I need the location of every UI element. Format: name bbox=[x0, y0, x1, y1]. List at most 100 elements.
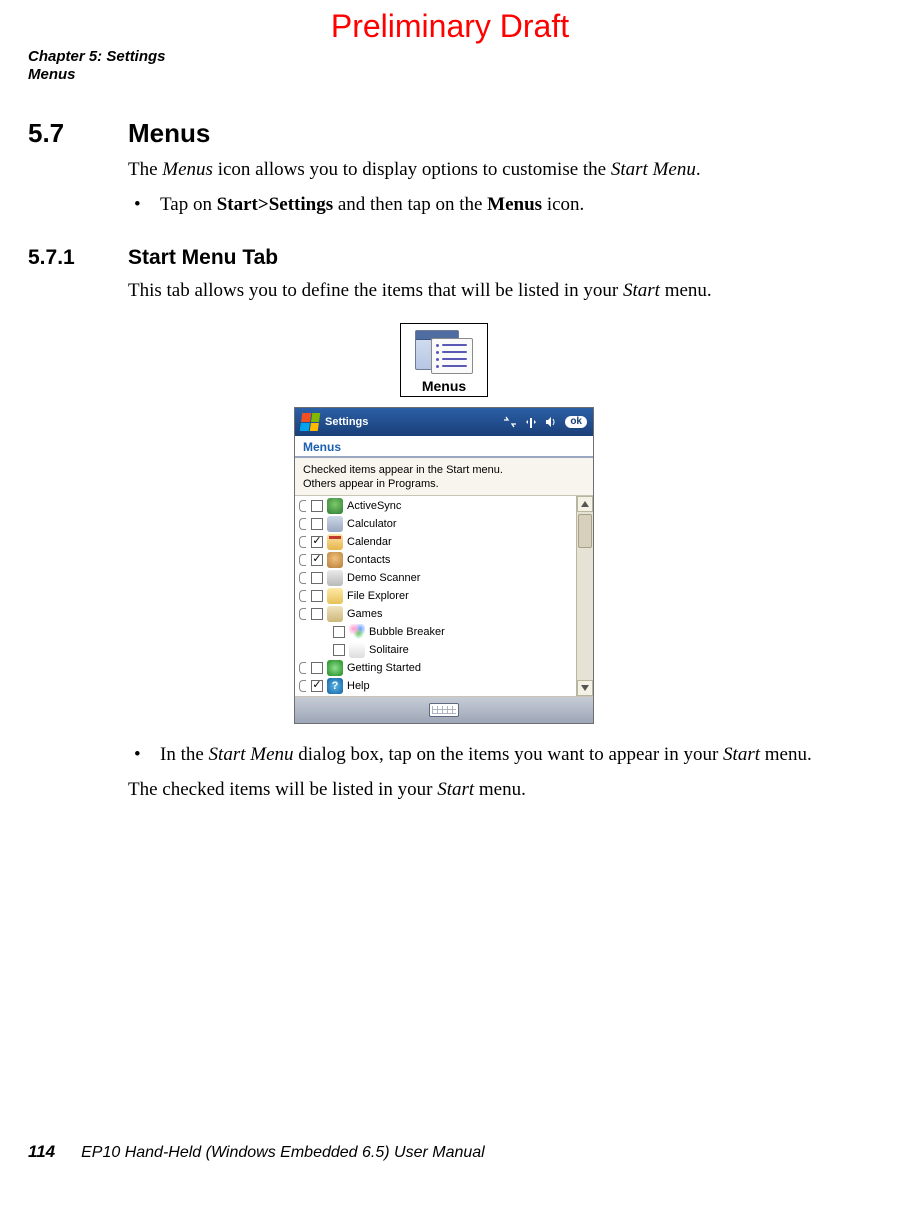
text: The bbox=[128, 159, 162, 180]
emphasis: Start bbox=[623, 280, 660, 301]
list-item-label: Calendar bbox=[347, 536, 576, 548]
list-item[interactable]: Getting Started bbox=[295, 659, 576, 677]
app-icon bbox=[327, 606, 343, 622]
screenshot-tab-menus[interactable]: Menus bbox=[295, 436, 593, 458]
tree-connector-icon bbox=[299, 500, 307, 512]
scroll-up-button[interactable] bbox=[577, 496, 593, 512]
section-5-7-heading: 5.7 Menus bbox=[28, 118, 860, 149]
figures-container: Menus Settings ok M bbox=[28, 323, 860, 725]
screenshot-description: Checked items appear in the Start menu. … bbox=[295, 458, 593, 496]
list-item[interactable]: Games bbox=[295, 605, 576, 623]
app-icon bbox=[327, 660, 343, 676]
emphasis: Start bbox=[723, 744, 760, 765]
windows-logo-icon bbox=[300, 413, 321, 431]
bullet-text: Tap on Start>Settings and then tap on th… bbox=[160, 192, 860, 219]
strong: Start>Settings bbox=[217, 194, 333, 215]
connectivity-icon bbox=[503, 416, 517, 428]
list-item-label: File Explorer bbox=[347, 590, 576, 602]
text: icon. bbox=[542, 194, 584, 215]
tree-connector-icon bbox=[299, 608, 307, 620]
section-title: Menus bbox=[128, 118, 210, 149]
tree-connector-icon bbox=[299, 572, 307, 584]
after-figure-bullet: • In the Start Menu dialog box, tap on t… bbox=[128, 742, 860, 769]
checkbox[interactable] bbox=[311, 500, 323, 512]
subsection-title: Start Menu Tab bbox=[128, 246, 278, 270]
text: and then tap on the bbox=[333, 194, 487, 215]
checkbox[interactable] bbox=[311, 680, 323, 692]
app-icon bbox=[327, 498, 343, 514]
bullet-text: In the Start Menu dialog box, tap on the… bbox=[160, 742, 860, 769]
tree-connector-icon bbox=[299, 680, 307, 692]
scroll-down-button[interactable] bbox=[577, 680, 593, 696]
app-icon bbox=[327, 588, 343, 604]
screenshot-titlebar: Settings ok bbox=[295, 408, 593, 436]
desc-line2: Others appear in Programs. bbox=[303, 478, 585, 492]
scroll-thumb[interactable] bbox=[578, 514, 592, 548]
list-item-label: Help bbox=[347, 680, 576, 692]
section-5-7-bullet: • Tap on Start>Settings and then tap on … bbox=[128, 192, 860, 219]
signal-icon bbox=[525, 416, 537, 428]
checkbox[interactable] bbox=[311, 590, 323, 602]
page-footer: 114 EP10 Hand-Held (Windows Embedded 6.5… bbox=[28, 1142, 485, 1162]
section-number: 5.7 bbox=[28, 118, 128, 149]
list-item[interactable]: File Explorer bbox=[295, 587, 576, 605]
list-item[interactable]: Contacts bbox=[295, 551, 576, 569]
text: This tab allows you to define the items … bbox=[128, 280, 623, 301]
menus-icon bbox=[415, 330, 473, 376]
text: menu. bbox=[760, 744, 812, 765]
page-header: Chapter 5: Settings Menus bbox=[28, 48, 166, 84]
app-icon bbox=[327, 570, 343, 586]
tree-connector-icon bbox=[299, 590, 307, 602]
checkbox[interactable] bbox=[333, 644, 345, 656]
list-item[interactable]: ActiveSync bbox=[295, 497, 576, 515]
list-item-label: Contacts bbox=[347, 554, 576, 566]
list-item-label: Getting Started bbox=[347, 662, 576, 674]
app-icon bbox=[349, 642, 365, 658]
tree-connector-icon bbox=[299, 662, 307, 674]
screenshot-list: ActiveSync Calculator Calendar Contacts Demo… bbox=[295, 496, 576, 696]
checkbox[interactable] bbox=[311, 554, 323, 566]
text: icon allows you to display options to cu… bbox=[213, 159, 611, 180]
app-icon bbox=[327, 516, 343, 532]
checkbox[interactable] bbox=[311, 662, 323, 674]
list-item[interactable]: Calculator bbox=[295, 515, 576, 533]
emphasis: Menus bbox=[162, 159, 213, 180]
list-item[interactable]: Help bbox=[295, 677, 576, 695]
after-figure-paragraph: The checked items will be listed in your… bbox=[128, 777, 860, 804]
menus-icon-label: Menus bbox=[422, 378, 466, 394]
text: The checked items will be listed in your bbox=[128, 779, 437, 800]
app-icon bbox=[349, 624, 365, 640]
screenshot-bottombar bbox=[295, 697, 593, 723]
ok-button[interactable]: ok bbox=[565, 416, 587, 428]
list-item-label: Games bbox=[347, 608, 576, 620]
subsection-number: 5.7.1 bbox=[28, 246, 128, 270]
emphasis: Start Menu bbox=[209, 744, 294, 765]
strong: Menus bbox=[487, 194, 542, 215]
menus-icon-figure: Menus bbox=[400, 323, 488, 397]
checkbox[interactable] bbox=[311, 608, 323, 620]
list-item-label: Bubble Breaker bbox=[369, 626, 576, 638]
tree-connector-icon bbox=[299, 536, 307, 548]
text: In the bbox=[160, 744, 209, 765]
checkbox[interactable] bbox=[311, 536, 323, 548]
list-item[interactable]: Solitaire bbox=[295, 641, 576, 659]
emphasis: Start bbox=[437, 779, 474, 800]
screenshot-scrollbar[interactable] bbox=[576, 496, 593, 696]
list-item[interactable]: Calendar bbox=[295, 533, 576, 551]
checkbox[interactable] bbox=[333, 626, 345, 638]
list-item[interactable]: Bubble Breaker bbox=[295, 623, 576, 641]
app-icon bbox=[327, 552, 343, 568]
list-item-label: ActiveSync bbox=[347, 500, 576, 512]
list-item[interactable]: Demo Scanner bbox=[295, 569, 576, 587]
settings-screenshot: Settings ok Menus Checked items appear bbox=[294, 407, 594, 725]
text: dialog box, tap on the items you want to… bbox=[294, 744, 724, 765]
text: Tap on bbox=[160, 194, 217, 215]
keyboard-icon[interactable] bbox=[429, 703, 459, 717]
checkbox[interactable] bbox=[311, 518, 323, 530]
bullet-marker: • bbox=[128, 192, 160, 219]
checkbox[interactable] bbox=[311, 572, 323, 584]
scroll-track[interactable] bbox=[577, 512, 593, 680]
screenshot-title: Settings bbox=[325, 416, 497, 428]
app-icon bbox=[327, 678, 343, 694]
text: menu. bbox=[474, 779, 526, 800]
